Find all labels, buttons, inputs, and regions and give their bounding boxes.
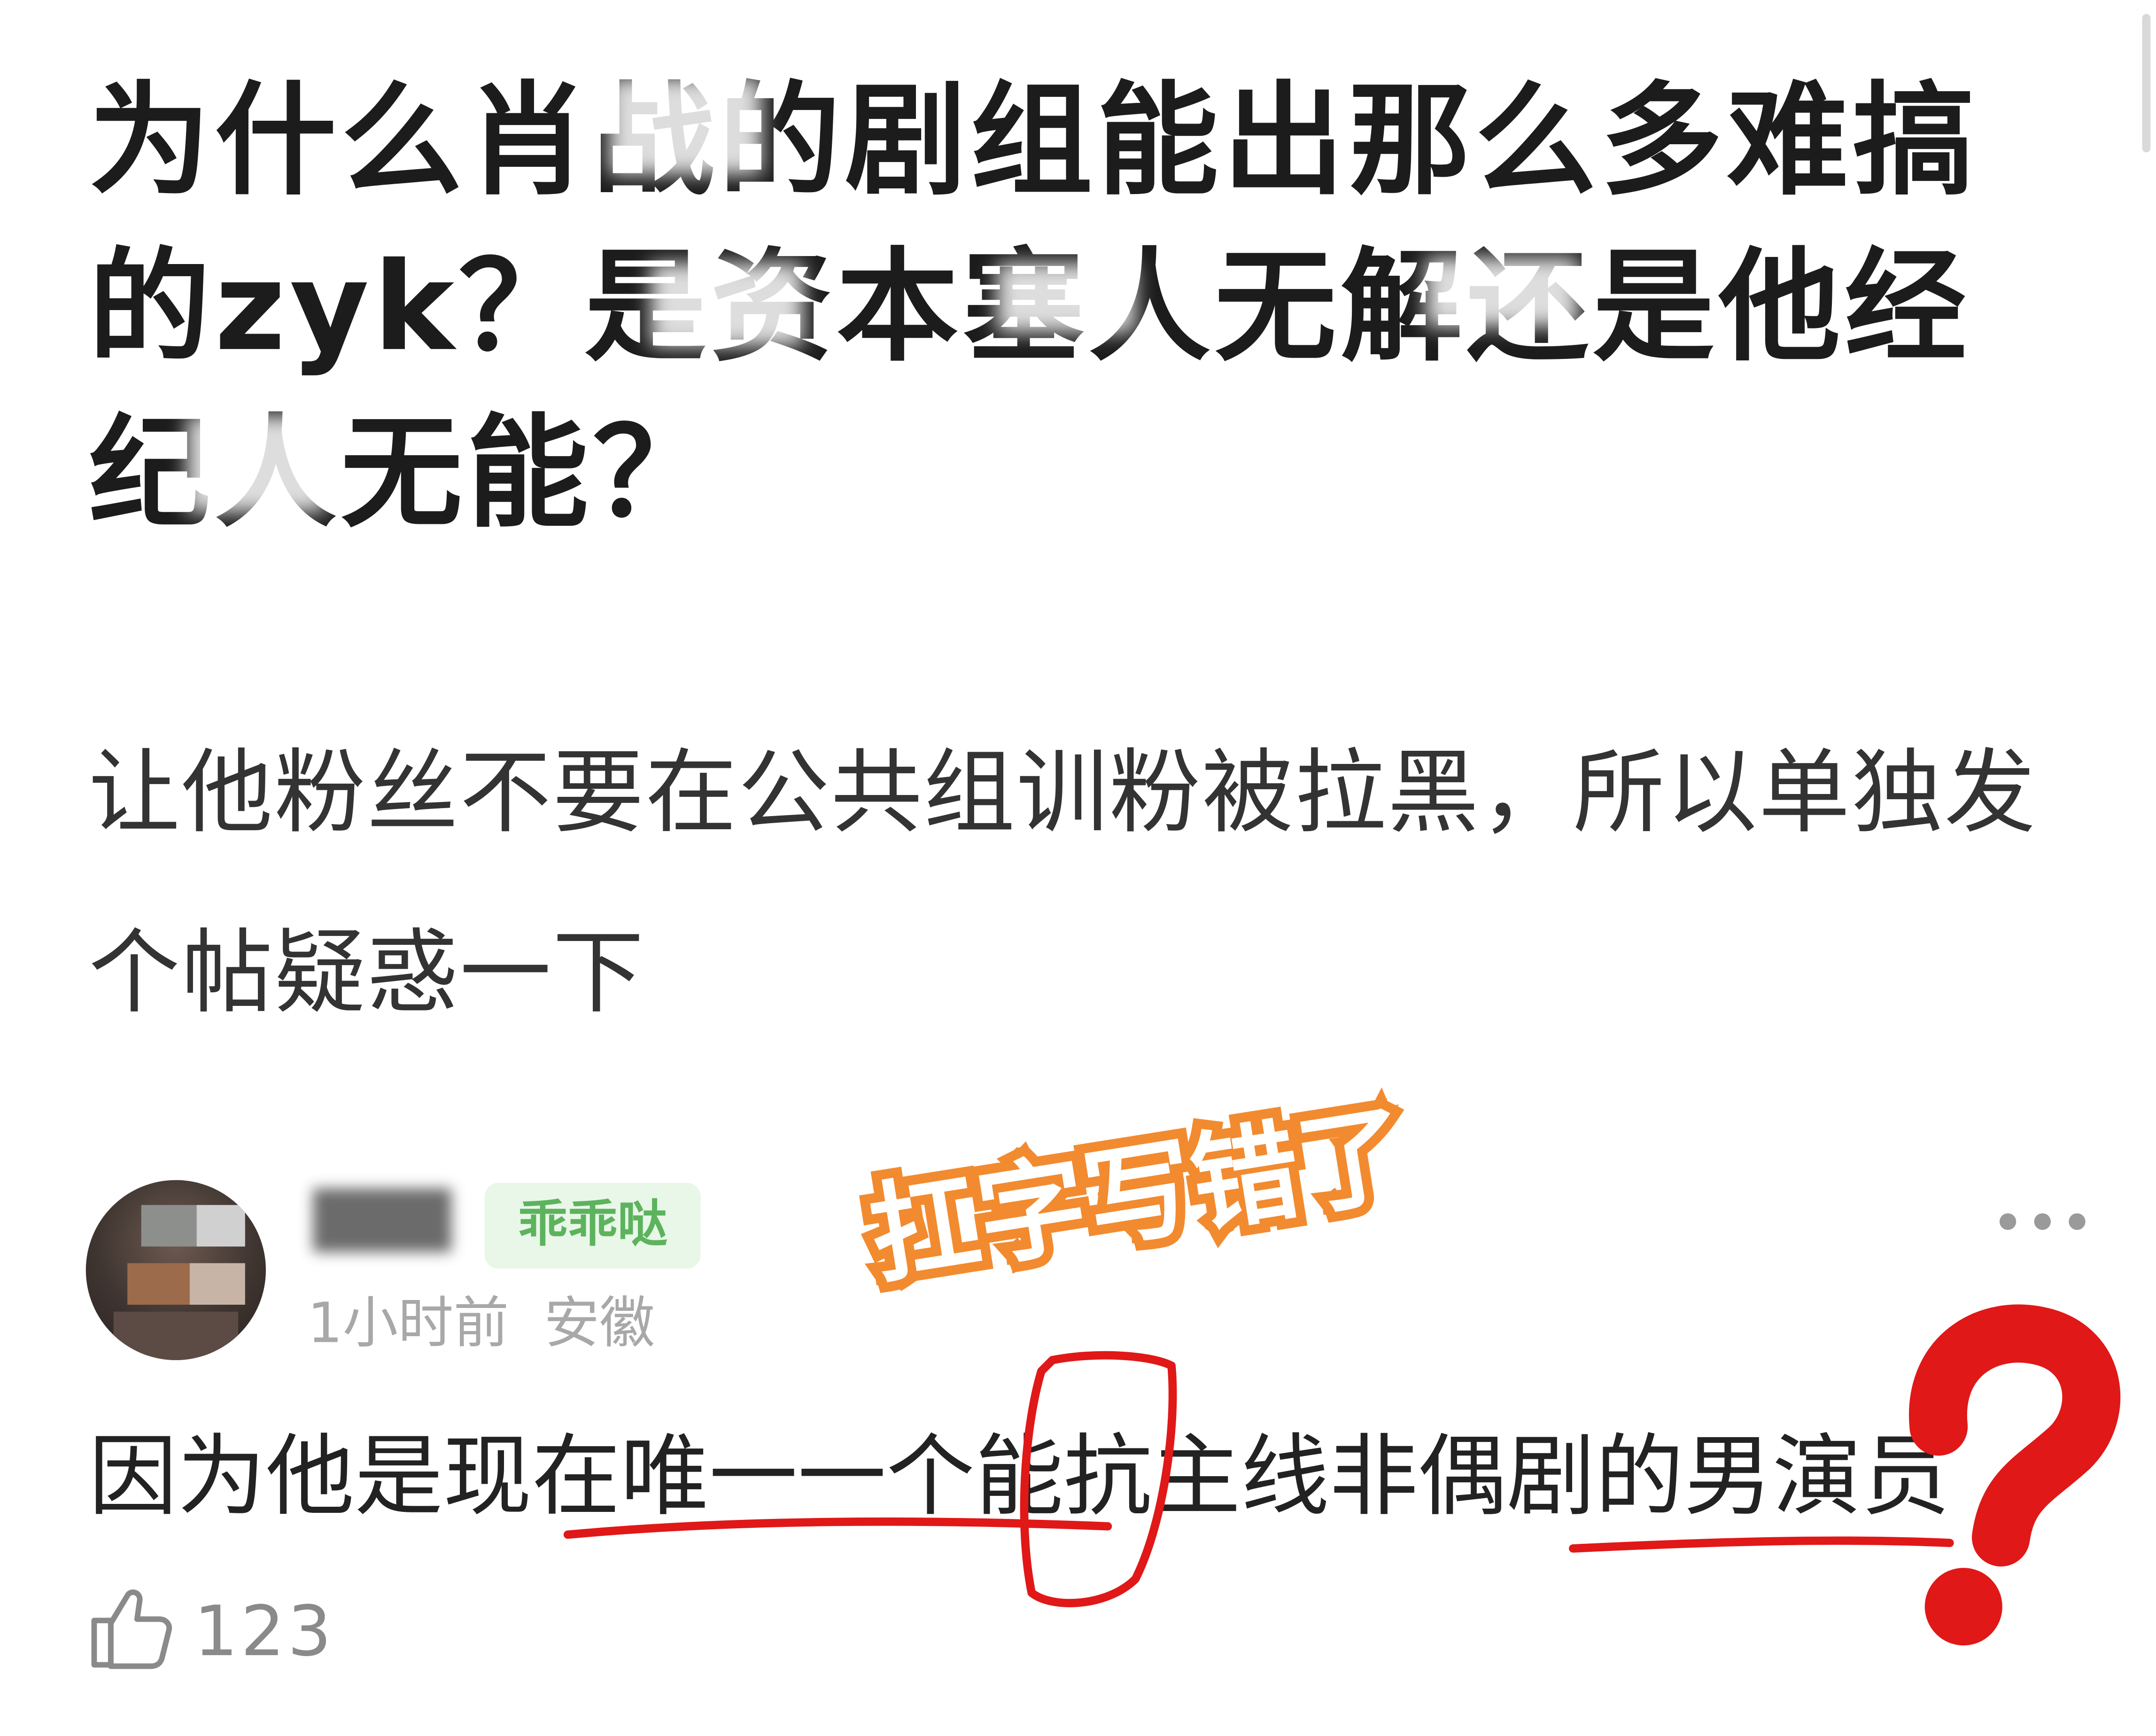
user-badge: 乖乖哒	[484, 1183, 701, 1269]
censor-mark	[651, 263, 803, 346]
scrollbar[interactable]	[2142, 14, 2151, 153]
user-avatar[interactable]	[85, 1180, 266, 1360]
comment-meta: 1小时前 安徽	[307, 1292, 655, 1356]
post-body: 让他粉丝不要在公共组训粉被拉黑，所以单独发个帖疑惑一下	[88, 740, 2037, 1027]
censor-mark	[186, 415, 326, 513]
comment-text: 因为他是现在唯一一个能抗主线非偶剧的男演员	[88, 1426, 1950, 1529]
thumbs-up-icon	[91, 1589, 172, 1669]
censor-mark	[609, 78, 762, 175]
censor-mark	[1426, 257, 1579, 327]
like-count: 123	[194, 1591, 334, 1672]
post-screen: 为什么肖战的剧组能出那么多难搞的zyk？是资本塞人无解还是他经纪人无能？ 让他粉…	[0, 0, 2156, 1736]
more-dots-icon[interactable]	[1999, 1211, 2086, 1233]
username-redacted[interactable]	[313, 1188, 452, 1252]
censor-mark	[997, 263, 1136, 333]
